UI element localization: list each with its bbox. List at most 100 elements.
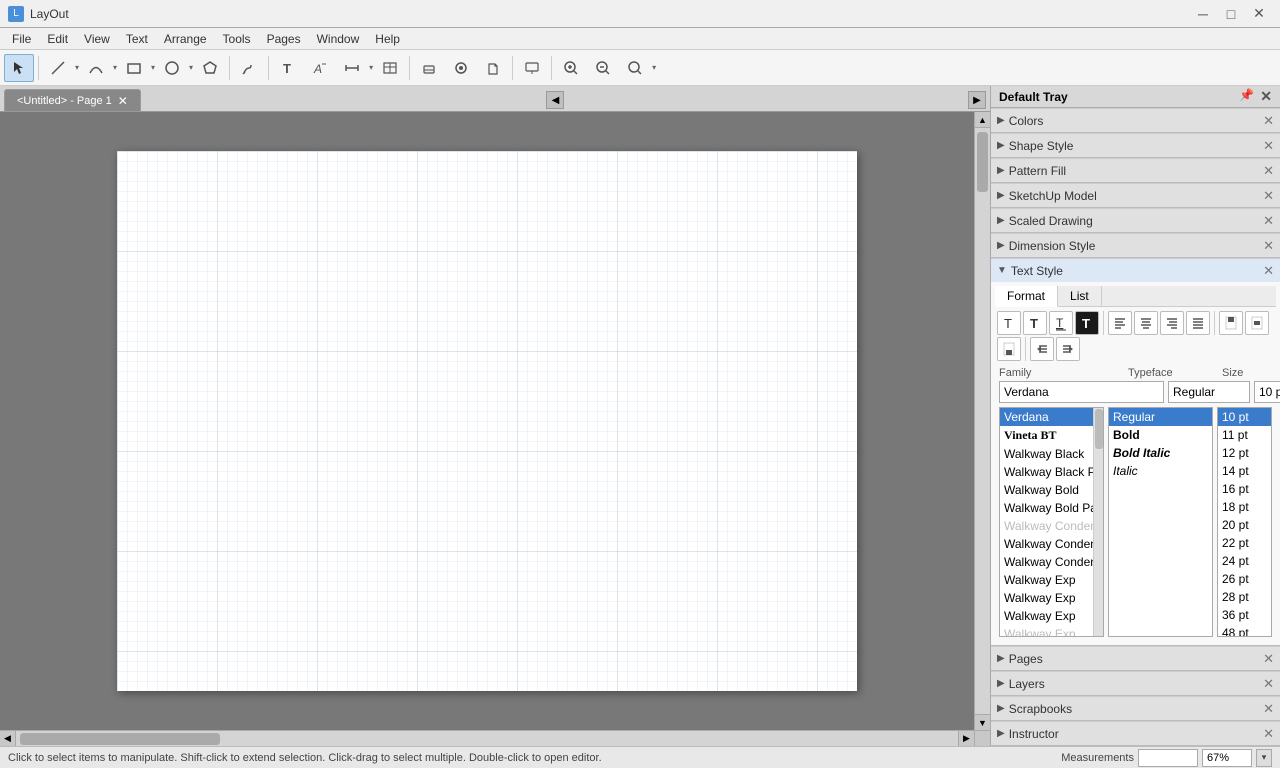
menu-arrange[interactable]: Arrange: [156, 28, 215, 50]
typeface-list-item-bold-italic[interactable]: Bold Italic: [1109, 444, 1212, 462]
align-center-button[interactable]: [1134, 311, 1158, 335]
family-list-item-walkway-exp-4[interactable]: Walkway Exp: [1000, 625, 1103, 637]
typeface-list-item-bold[interactable]: Bold: [1109, 426, 1212, 444]
sketchup-model-header[interactable]: ▶ SketchUp Model ✕: [991, 183, 1280, 207]
scroll-thumb-vertical[interactable]: [977, 132, 988, 192]
size-input[interactable]: [1254, 381, 1280, 403]
pattern-fill-close-icon[interactable]: ✕: [1263, 163, 1274, 179]
typeface-input[interactable]: [1168, 381, 1250, 403]
size-list-item-14[interactable]: 14 pt: [1218, 462, 1271, 480]
scaled-drawing-close-icon[interactable]: ✕: [1263, 213, 1274, 229]
scaled-drawing-header[interactable]: ▶ Scaled Drawing ✕: [991, 208, 1280, 232]
line-dropdown-arrow[interactable]: ▾: [75, 63, 79, 72]
align-left-button[interactable]: [1108, 311, 1132, 335]
scroll-down-button[interactable]: ▼: [975, 714, 990, 730]
menu-pages[interactable]: Pages: [259, 28, 309, 50]
menu-edit[interactable]: Edit: [39, 28, 76, 50]
size-list-item-48[interactable]: 48 pt: [1218, 624, 1271, 637]
family-list[interactable]: Verdana Vineta BT Walkway Black Walkway …: [999, 407, 1104, 637]
size-list-item-12[interactable]: 12 pt: [1218, 444, 1271, 462]
size-list-item-18[interactable]: 18 pt: [1218, 498, 1271, 516]
size-list-item-26[interactable]: 26 pt: [1218, 570, 1271, 588]
family-list-item-walkway-black-p[interactable]: Walkway Black P: [1000, 463, 1103, 481]
dimension-style-close-icon[interactable]: ✕: [1263, 238, 1274, 254]
typeface-list[interactable]: Regular Bold Bold Italic Italic: [1108, 407, 1213, 637]
size-list-item-20[interactable]: 20 pt: [1218, 516, 1271, 534]
shape-tool[interactable]: [119, 54, 149, 82]
layers-header[interactable]: ▶ Layers ✕: [991, 671, 1280, 695]
family-list-item-walkway-exp-3[interactable]: Walkway Exp: [1000, 607, 1103, 625]
family-list-item-walkway-condensed-bol[interactable]: Walkway Condensed Bol: [1000, 535, 1103, 553]
drawing-page[interactable]: [117, 151, 857, 691]
textbox-tool[interactable]: T: [273, 54, 303, 82]
select-tool[interactable]: [4, 54, 34, 82]
typeface-dropdown[interactable]: [1168, 381, 1250, 403]
family-list-item-walkway-condensed-san[interactable]: Walkway Condensed San: [1000, 553, 1103, 571]
family-list-item-walkway-exp-2[interactable]: Walkway Exp: [1000, 589, 1103, 607]
dimension-tool[interactable]: [337, 54, 367, 82]
polygon-tool[interactable]: [195, 54, 225, 82]
shape-dropdown-arrow[interactable]: ▾: [151, 63, 155, 72]
horizontal-scrollbar[interactable]: ◀ ▶: [0, 730, 974, 746]
minimize-button[interactable]: ─: [1190, 4, 1216, 24]
family-input[interactable]: [999, 381, 1164, 403]
eraser-tool[interactable]: [414, 54, 444, 82]
menu-tools[interactable]: Tools: [215, 28, 259, 50]
pattern-fill-header[interactable]: ▶ Pattern Fill ✕: [991, 158, 1280, 182]
indent-decrease-button[interactable]: [1030, 337, 1054, 361]
family-list-item-walkway-bold-pa[interactable]: Walkway Bold Pa: [1000, 499, 1103, 517]
scroll-up-button[interactable]: ▲: [975, 112, 990, 128]
panel-pin-icon[interactable]: 📌: [1239, 88, 1254, 105]
family-list-item-walkway-condensed[interactable]: Walkway Condensed: [1000, 517, 1103, 535]
text-bold-button[interactable]: T: [1023, 311, 1047, 335]
tab-scroll-right[interactable]: ▶: [968, 91, 986, 109]
paste-tool[interactable]: [478, 54, 508, 82]
align-justify-button[interactable]: [1186, 311, 1210, 335]
panel-close-icon[interactable]: ✕: [1260, 88, 1272, 105]
size-list-item-10[interactable]: 10 pt: [1218, 408, 1271, 426]
text-edit-tool[interactable]: A: [305, 54, 335, 82]
menu-help[interactable]: Help: [367, 28, 408, 50]
family-list-item-walkway-black[interactable]: Walkway Black: [1000, 445, 1103, 463]
valign-middle-button[interactable]: [1245, 311, 1269, 335]
family-list-scroll-thumb[interactable]: [1095, 409, 1103, 449]
size-list[interactable]: 10 pt 11 pt 12 pt 14 pt 16 pt 18 pt 20 p…: [1217, 407, 1272, 637]
table-tool[interactable]: [375, 54, 405, 82]
valign-bottom-button[interactable]: [997, 337, 1021, 361]
colors-close-icon[interactable]: ✕: [1263, 113, 1274, 129]
menu-window[interactable]: Window: [309, 28, 368, 50]
sketchup-model-close-icon[interactable]: ✕: [1263, 188, 1274, 204]
menu-file[interactable]: File: [4, 28, 39, 50]
size-list-item-28[interactable]: 28 pt: [1218, 588, 1271, 606]
family-list-item-verdana[interactable]: Verdana: [1000, 408, 1103, 426]
align-right-button[interactable]: [1160, 311, 1184, 335]
pages-header[interactable]: ▶ Pages ✕: [991, 646, 1280, 670]
zoom-input[interactable]: [1202, 749, 1252, 767]
family-list-scrollbar[interactable]: [1093, 408, 1103, 636]
zoom-extents-tool[interactable]: [620, 54, 650, 82]
monitor-tool[interactable]: [517, 54, 547, 82]
size-list-item-16[interactable]: 16 pt: [1218, 480, 1271, 498]
arc-dropdown-arrow[interactable]: ▾: [113, 63, 117, 72]
family-list-item-walkway-exp-1[interactable]: Walkway Exp: [1000, 571, 1103, 589]
text-style-header[interactable]: ▼ Text Style ✕: [991, 258, 1280, 282]
vertical-scrollbar[interactable]: ▲ ▼: [974, 112, 990, 730]
colors-header[interactable]: ▶ Colors ✕: [991, 108, 1280, 132]
zoom-dropdown-button[interactable]: ▾: [1256, 749, 1272, 767]
instructor-header[interactable]: ▶ Instructor ✕: [991, 721, 1280, 745]
pages-close-icon[interactable]: ✕: [1263, 651, 1274, 667]
circle-tool[interactable]: [157, 54, 187, 82]
page-tab-1[interactable]: <Untitled> - Page 1 ✕: [4, 89, 141, 111]
text-color-button[interactable]: T: [1075, 311, 1099, 335]
scrapbooks-close-icon[interactable]: ✕: [1263, 701, 1274, 717]
layers-close-icon[interactable]: ✕: [1263, 676, 1274, 692]
scroll-thumb-horizontal[interactable]: [20, 733, 220, 745]
size-list-item-24[interactable]: 24 pt: [1218, 552, 1271, 570]
sample-color-tool[interactable]: [446, 54, 476, 82]
typeface-list-item-regular[interactable]: Regular: [1109, 408, 1212, 426]
text-underline-button[interactable]: T: [1049, 311, 1073, 335]
circle-dropdown-arrow[interactable]: ▾: [189, 63, 193, 72]
menu-view[interactable]: View: [76, 28, 118, 50]
size-list-item-36[interactable]: 36 pt: [1218, 606, 1271, 624]
indent-increase-button[interactable]: [1056, 337, 1080, 361]
